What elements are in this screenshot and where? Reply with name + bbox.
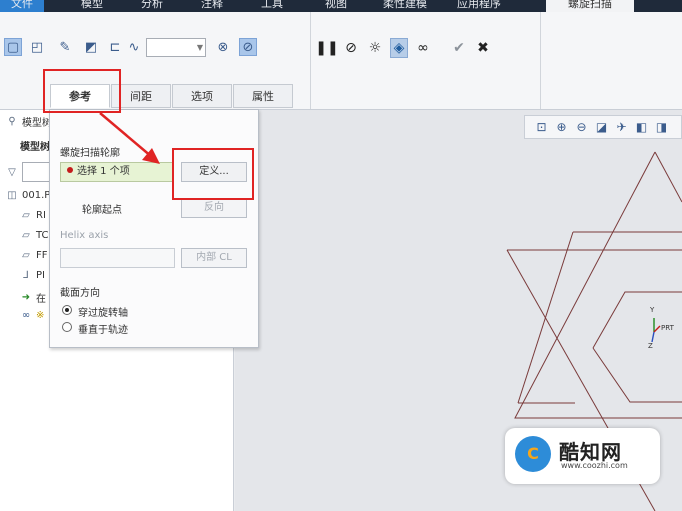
watermark: C 酷知网 www.coozhi.com <box>505 428 660 484</box>
watermark-logo: C <box>515 436 551 472</box>
watermark-url: www.coozhi.com <box>561 461 628 470</box>
